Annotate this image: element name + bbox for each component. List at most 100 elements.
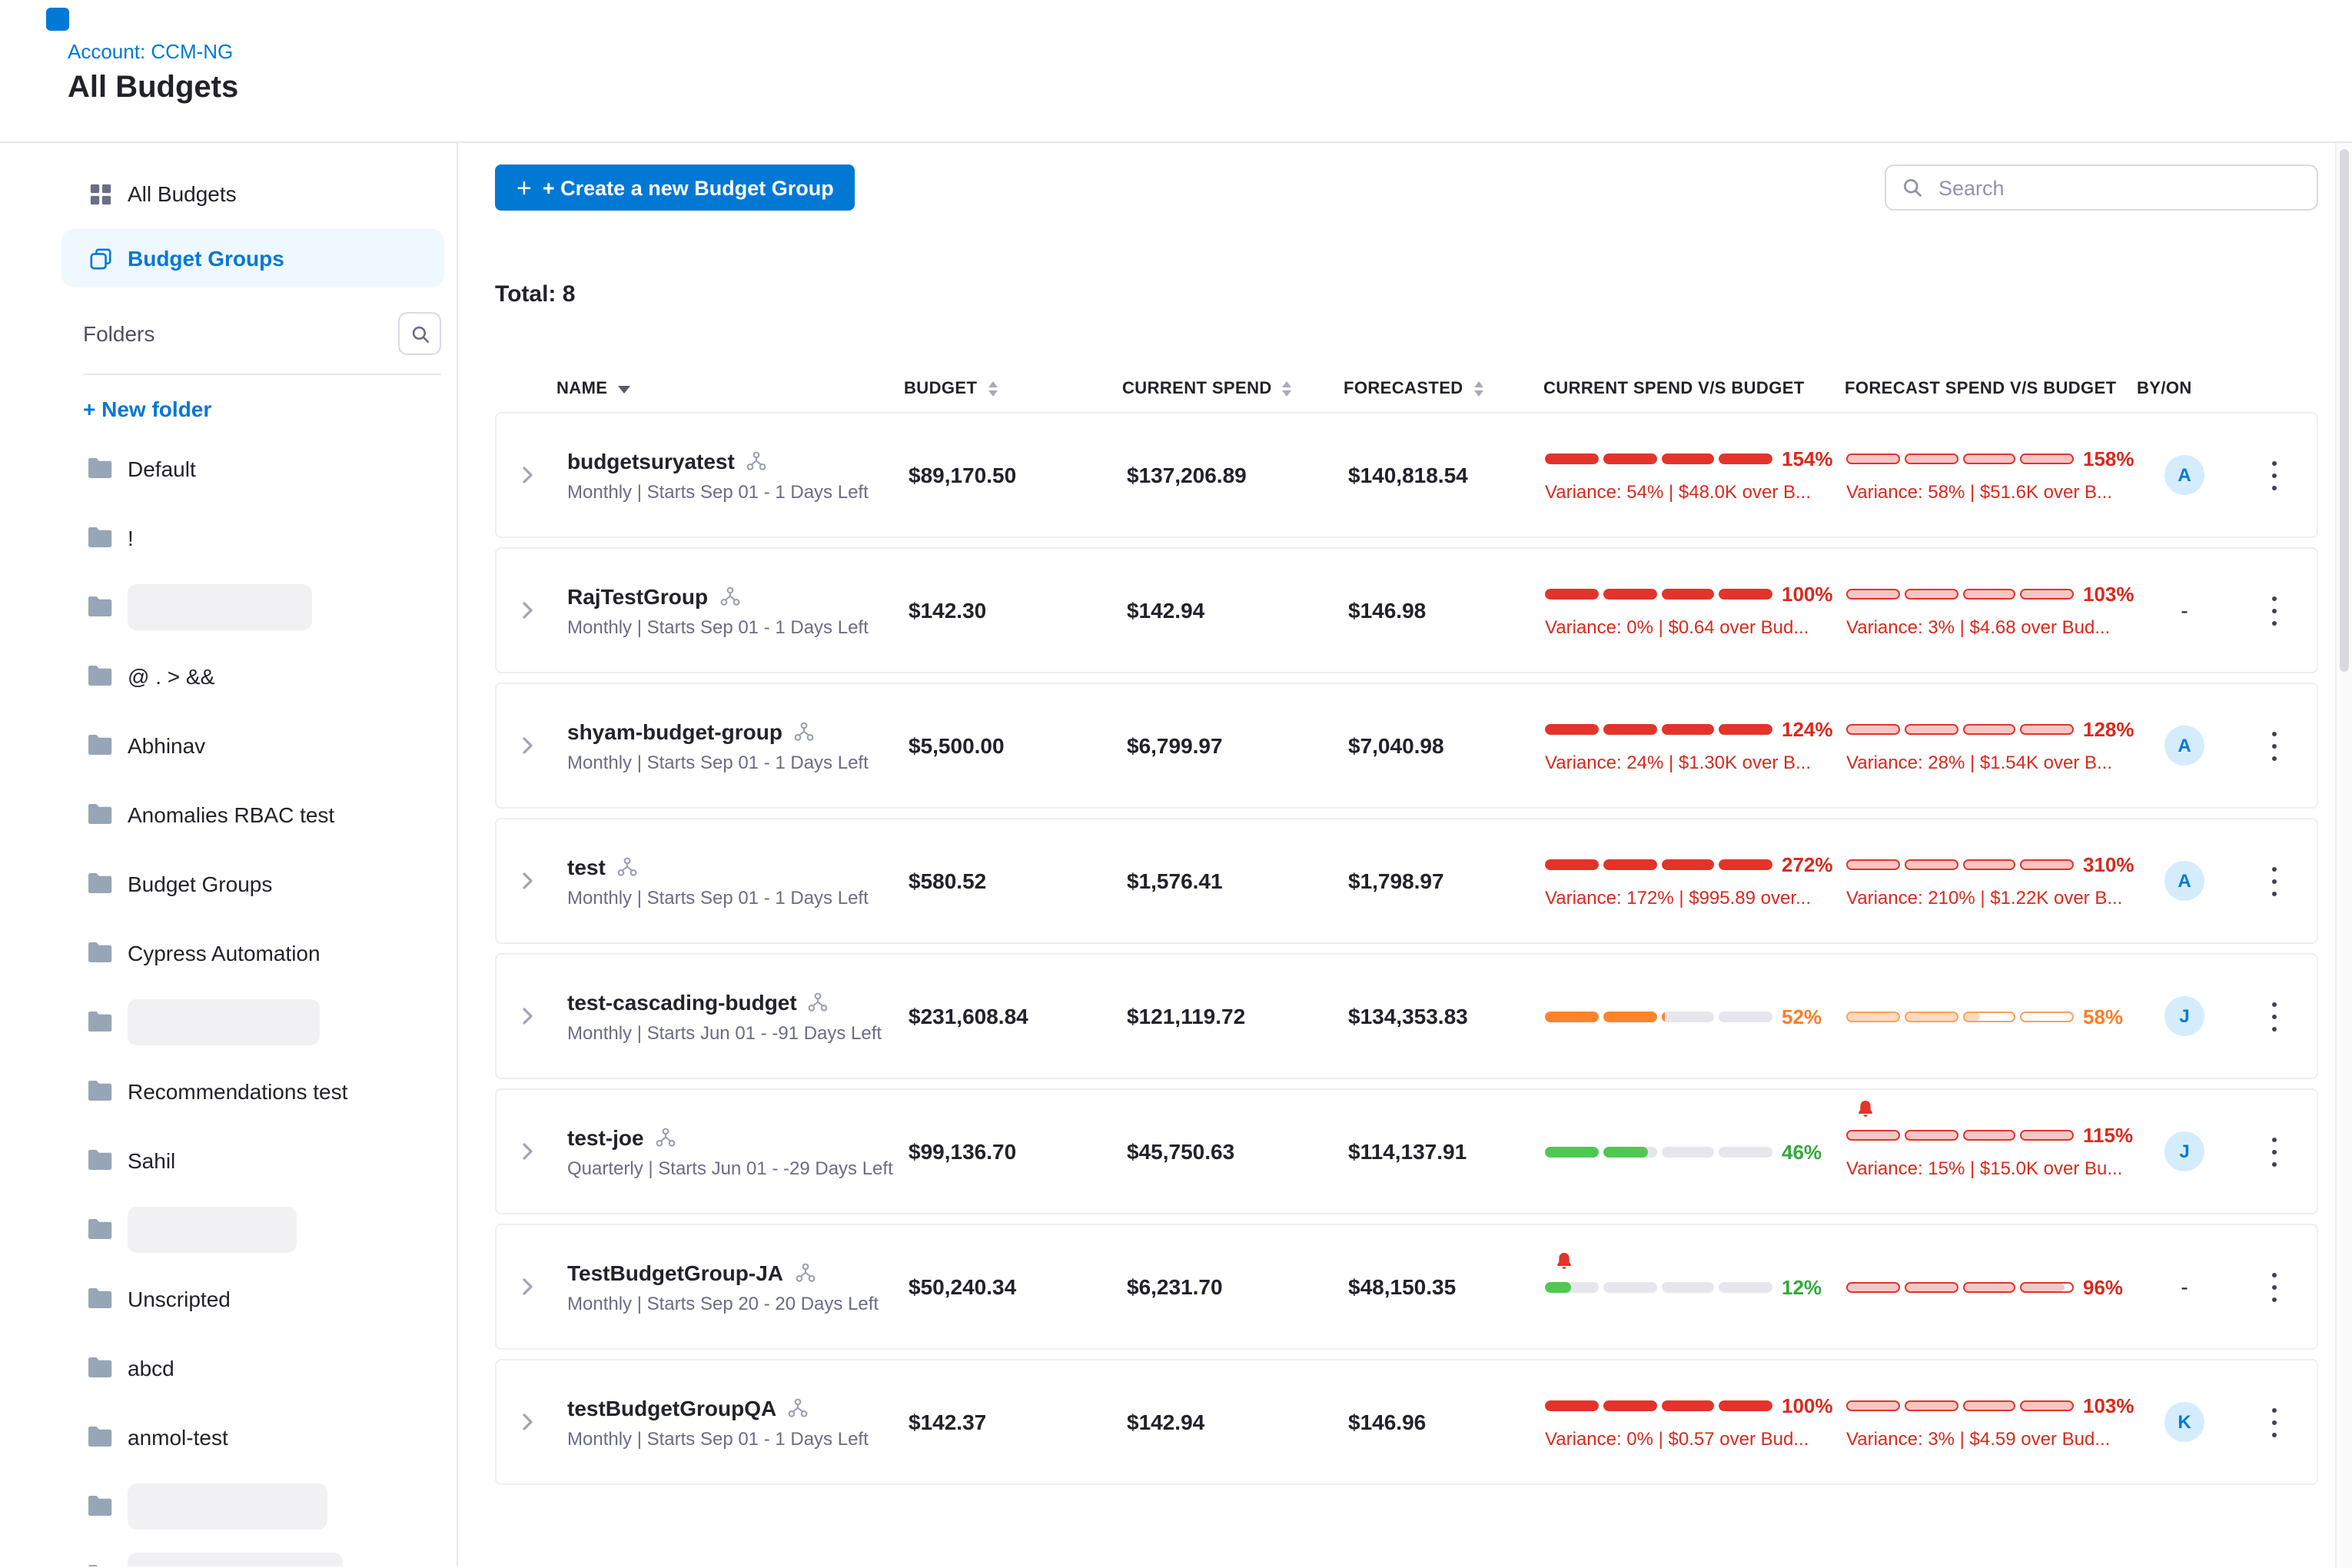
folder-item[interactable]: Abhinav [61, 710, 444, 779]
folder-list: Default! @ . > &&AbhinavAnomalies RBAC te… [61, 434, 444, 1566]
budget-group-row[interactable]: TestBudgetGroup-JAMonthly | Starts Sep 2… [495, 1224, 2318, 1350]
budget-group-row[interactable]: RajTestGroupMonthly | Starts Sep 01 - 1 … [495, 547, 2318, 673]
budget-group-name: RajTestGroup [567, 583, 708, 608]
progress-segment [1603, 1400, 1657, 1411]
name-line: test-cascading-budget [567, 989, 905, 1014]
folder-icon [86, 1218, 114, 1241]
budget-group-row[interactable]: test-joeQuarterly | Starts Jun 01 - -29 … [495, 1088, 2318, 1214]
progress-bar [1846, 1400, 2074, 1411]
sort-updown-icon[interactable] [1283, 381, 1292, 397]
folder-icon [86, 457, 114, 480]
progress-segment [1962, 859, 2016, 870]
progress-fill [1603, 589, 1657, 600]
folder-item[interactable] [61, 572, 444, 641]
sort-updown-icon[interactable] [1474, 381, 1483, 397]
budget-group-row[interactable]: testBudgetGroupQAMonthly | Starts Sep 01… [495, 1359, 2318, 1485]
column-header-budget[interactable]: BUDGET [904, 380, 1122, 398]
create-budget-group-label: + Create a new Budget Group [543, 176, 834, 199]
column-header-forecast-spend-v-s-budget: FORECAST SPEND V/S BUDGET [1845, 380, 2137, 398]
by-on-cell: A [2138, 455, 2231, 495]
row-menu-button[interactable] [2254, 587, 2294, 633]
folder-item[interactable]: Unscripted [61, 1264, 444, 1333]
row-menu-button[interactable] [2254, 1399, 2294, 1445]
row-menu-button[interactable] [2254, 858, 2294, 904]
account-breadcrumb[interactable]: Account: CCM-NG [68, 40, 233, 63]
folder-search-button[interactable] [398, 312, 441, 355]
search-input[interactable] [1935, 174, 2301, 201]
row-expander[interactable] [497, 600, 558, 621]
row-expander[interactable] [497, 870, 558, 892]
sort-caret-icon[interactable] [618, 385, 630, 393]
progress-percent: 310% [2083, 853, 2134, 876]
row-expander[interactable] [497, 1276, 558, 1297]
current-spend-value: $1,576.41 [1124, 869, 1345, 893]
sidebar-item-all-budgets[interactable]: All Budgets [61, 164, 444, 223]
row-expander[interactable] [497, 1005, 558, 1027]
budget-group-row[interactable]: shyam-budget-groupMonthly | Starts Sep 0… [495, 683, 2318, 809]
row-expander[interactable] [497, 1141, 558, 1162]
folder-item[interactable]: @ . > && [61, 641, 444, 710]
progress-segment [1962, 1130, 2016, 1141]
toolbar: + + Create a new Budget Group [495, 164, 2318, 211]
budget-group-row[interactable]: test-cascading-budgetMonthly | Starts Ju… [495, 953, 2318, 1079]
current-vs-budget-cell: 154%Variance: 54% | $48.0K over B... [1545, 447, 1846, 503]
scrollbar-thumb[interactable] [2340, 149, 2349, 672]
row-expander[interactable] [497, 1411, 558, 1433]
progress-segment [1661, 724, 1715, 735]
row-menu-button[interactable] [2254, 1264, 2294, 1310]
column-header-name[interactable]: NAME [556, 380, 904, 398]
folder-item[interactable]: Default [61, 434, 444, 503]
progress-segment [1846, 1400, 1900, 1411]
sort-updown-icon[interactable] [988, 381, 997, 397]
column-header-current-spend[interactable]: CURRENT SPEND [1122, 380, 1344, 398]
progress-fill [2022, 590, 2073, 598]
folder-label: Unscripted [128, 1286, 231, 1311]
progress-percent: 124% [1782, 718, 1833, 741]
folders-header: Folders [83, 312, 441, 375]
current-vs-budget-cell: 124%Variance: 24% | $1.30K over B... [1545, 718, 1846, 773]
name-cell: test-cascading-budgetMonthly | Starts Ju… [558, 989, 905, 1043]
budget-value: $50,240.34 [905, 1274, 1124, 1299]
progress-segment [1661, 1281, 1715, 1292]
folder-item[interactable] [61, 1471, 444, 1540]
by-on-dash: - [2181, 1274, 2188, 1299]
new-folder-button[interactable]: + New folder [83, 397, 444, 421]
progress-segment [1719, 1400, 1773, 1411]
name-line: RajTestGroup [567, 583, 905, 608]
budget-group-row[interactable]: budgetsuryatestMonthly | Starts Sep 01 -… [495, 412, 2318, 538]
folder-item[interactable]: Cypress Automation [61, 918, 444, 987]
hierarchy-icon [655, 1126, 676, 1148]
folder-item[interactable]: Sahil [61, 1125, 444, 1194]
folder-item[interactable] [61, 1540, 444, 1566]
column-header-forecasted[interactable]: FORECASTED [1344, 380, 1543, 398]
by-on-cell: K [2138, 1402, 2231, 1442]
budget-group-row[interactable]: testMonthly | Starts Sep 01 - 1 Days Lef… [495, 818, 2318, 944]
row-menu-button[interactable] [2254, 452, 2294, 498]
row-menu-button[interactable] [2254, 723, 2294, 769]
create-budget-group-button[interactable]: + + Create a new Budget Group [495, 164, 855, 211]
progress-fill [1848, 1402, 1899, 1410]
row-expander[interactable] [497, 735, 558, 756]
folder-item[interactable]: Anomalies RBAC test [61, 779, 444, 849]
folder-item[interactable]: Recommendations test [61, 1056, 444, 1125]
folder-item[interactable]: ! [61, 503, 444, 572]
progress-segment [2021, 859, 2075, 870]
folder-item[interactable] [61, 1194, 444, 1264]
row-menu-button[interactable] [2254, 1128, 2294, 1174]
total-count: Total: 8 [495, 281, 2318, 307]
progress-fill [1848, 861, 1899, 869]
column-header-label: FORECAST SPEND V/S BUDGET [1845, 380, 2117, 398]
progress-fill [1661, 859, 1715, 870]
progress-fill [1906, 590, 1957, 598]
row-menu-button[interactable] [2254, 993, 2294, 1039]
row-expander[interactable] [497, 464, 558, 486]
folder-item[interactable]: anmol-test [61, 1402, 444, 1471]
folder-icon [86, 1148, 114, 1171]
progress-segment [2021, 589, 2075, 600]
folder-item[interactable] [61, 987, 444, 1056]
folder-item[interactable]: Budget Groups [61, 849, 444, 918]
progress-fill [1848, 455, 1899, 463]
folder-item[interactable]: abcd [61, 1333, 444, 1402]
progress-bar [1545, 1400, 1772, 1411]
sidebar-item-budget-groups[interactable]: Budget Groups [61, 229, 444, 287]
